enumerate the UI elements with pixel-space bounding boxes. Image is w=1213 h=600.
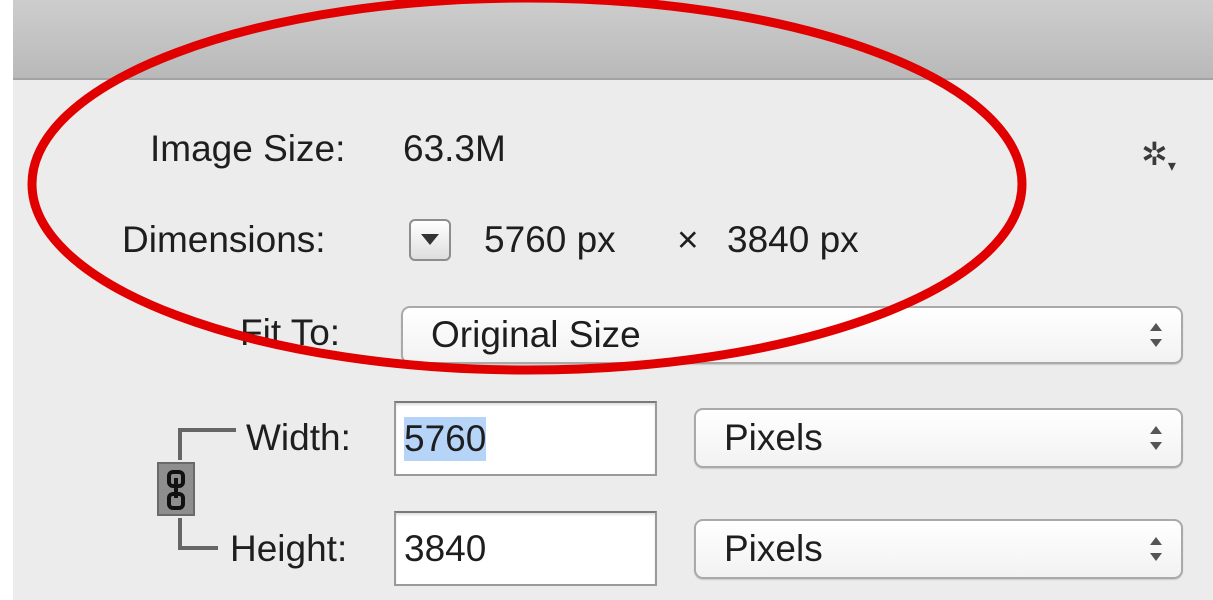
menu-caret-icon: ▾ xyxy=(1167,158,1176,175)
title-bar xyxy=(13,0,1213,80)
image-size-value: 63.3M xyxy=(403,128,506,169)
width-input-value: 5760 xyxy=(404,416,487,461)
width-label: Width: xyxy=(246,417,351,458)
dimensions-label: Dimensions: xyxy=(122,219,326,260)
width-input[interactable]: 5760 xyxy=(394,401,657,476)
chevron-down-icon xyxy=(421,234,439,245)
up-down-arrows-icon xyxy=(1149,321,1163,349)
fit-to-label: Fit To: xyxy=(240,312,341,353)
fit-to-select[interactable]: Original Size xyxy=(401,306,1183,364)
constrain-proportions-button[interactable] xyxy=(157,462,195,516)
dimensions-unit-toggle[interactable] xyxy=(409,219,451,261)
height-input[interactable]: 3840 xyxy=(394,511,657,586)
settings-gear-button[interactable]: ✲▾ xyxy=(1141,132,1193,176)
height-unit-value: Pixels xyxy=(724,528,823,569)
gear-icon: ✲ xyxy=(1141,136,1168,172)
dimensions-width-value: 5760 px xyxy=(484,219,616,260)
constrain-bracket-top-vertical xyxy=(178,428,182,460)
width-unit-value: Pixels xyxy=(724,417,823,458)
constrain-bracket-bottom xyxy=(178,546,218,550)
width-unit-select[interactable]: Pixels xyxy=(694,408,1183,468)
constrain-bracket-bottom-vertical xyxy=(178,518,182,548)
constrain-bracket-top xyxy=(178,428,236,432)
chain-link-bar xyxy=(174,478,178,498)
image-size-label: Image Size: xyxy=(150,128,346,169)
height-unit-select[interactable]: Pixels xyxy=(694,519,1183,579)
fit-to-selected-value: Original Size xyxy=(431,314,641,355)
image-size-panel: Image Size: 63.3M ✲▾ Dimensions: 5760 px… xyxy=(13,0,1213,600)
up-down-arrows-icon xyxy=(1149,424,1163,452)
up-down-arrows-icon xyxy=(1149,535,1163,563)
height-input-value: 3840 xyxy=(404,527,487,569)
height-label: Height: xyxy=(230,528,348,569)
dimensions-times-sign: × xyxy=(677,219,699,260)
dimensions-height-value: 3840 px xyxy=(727,219,859,260)
